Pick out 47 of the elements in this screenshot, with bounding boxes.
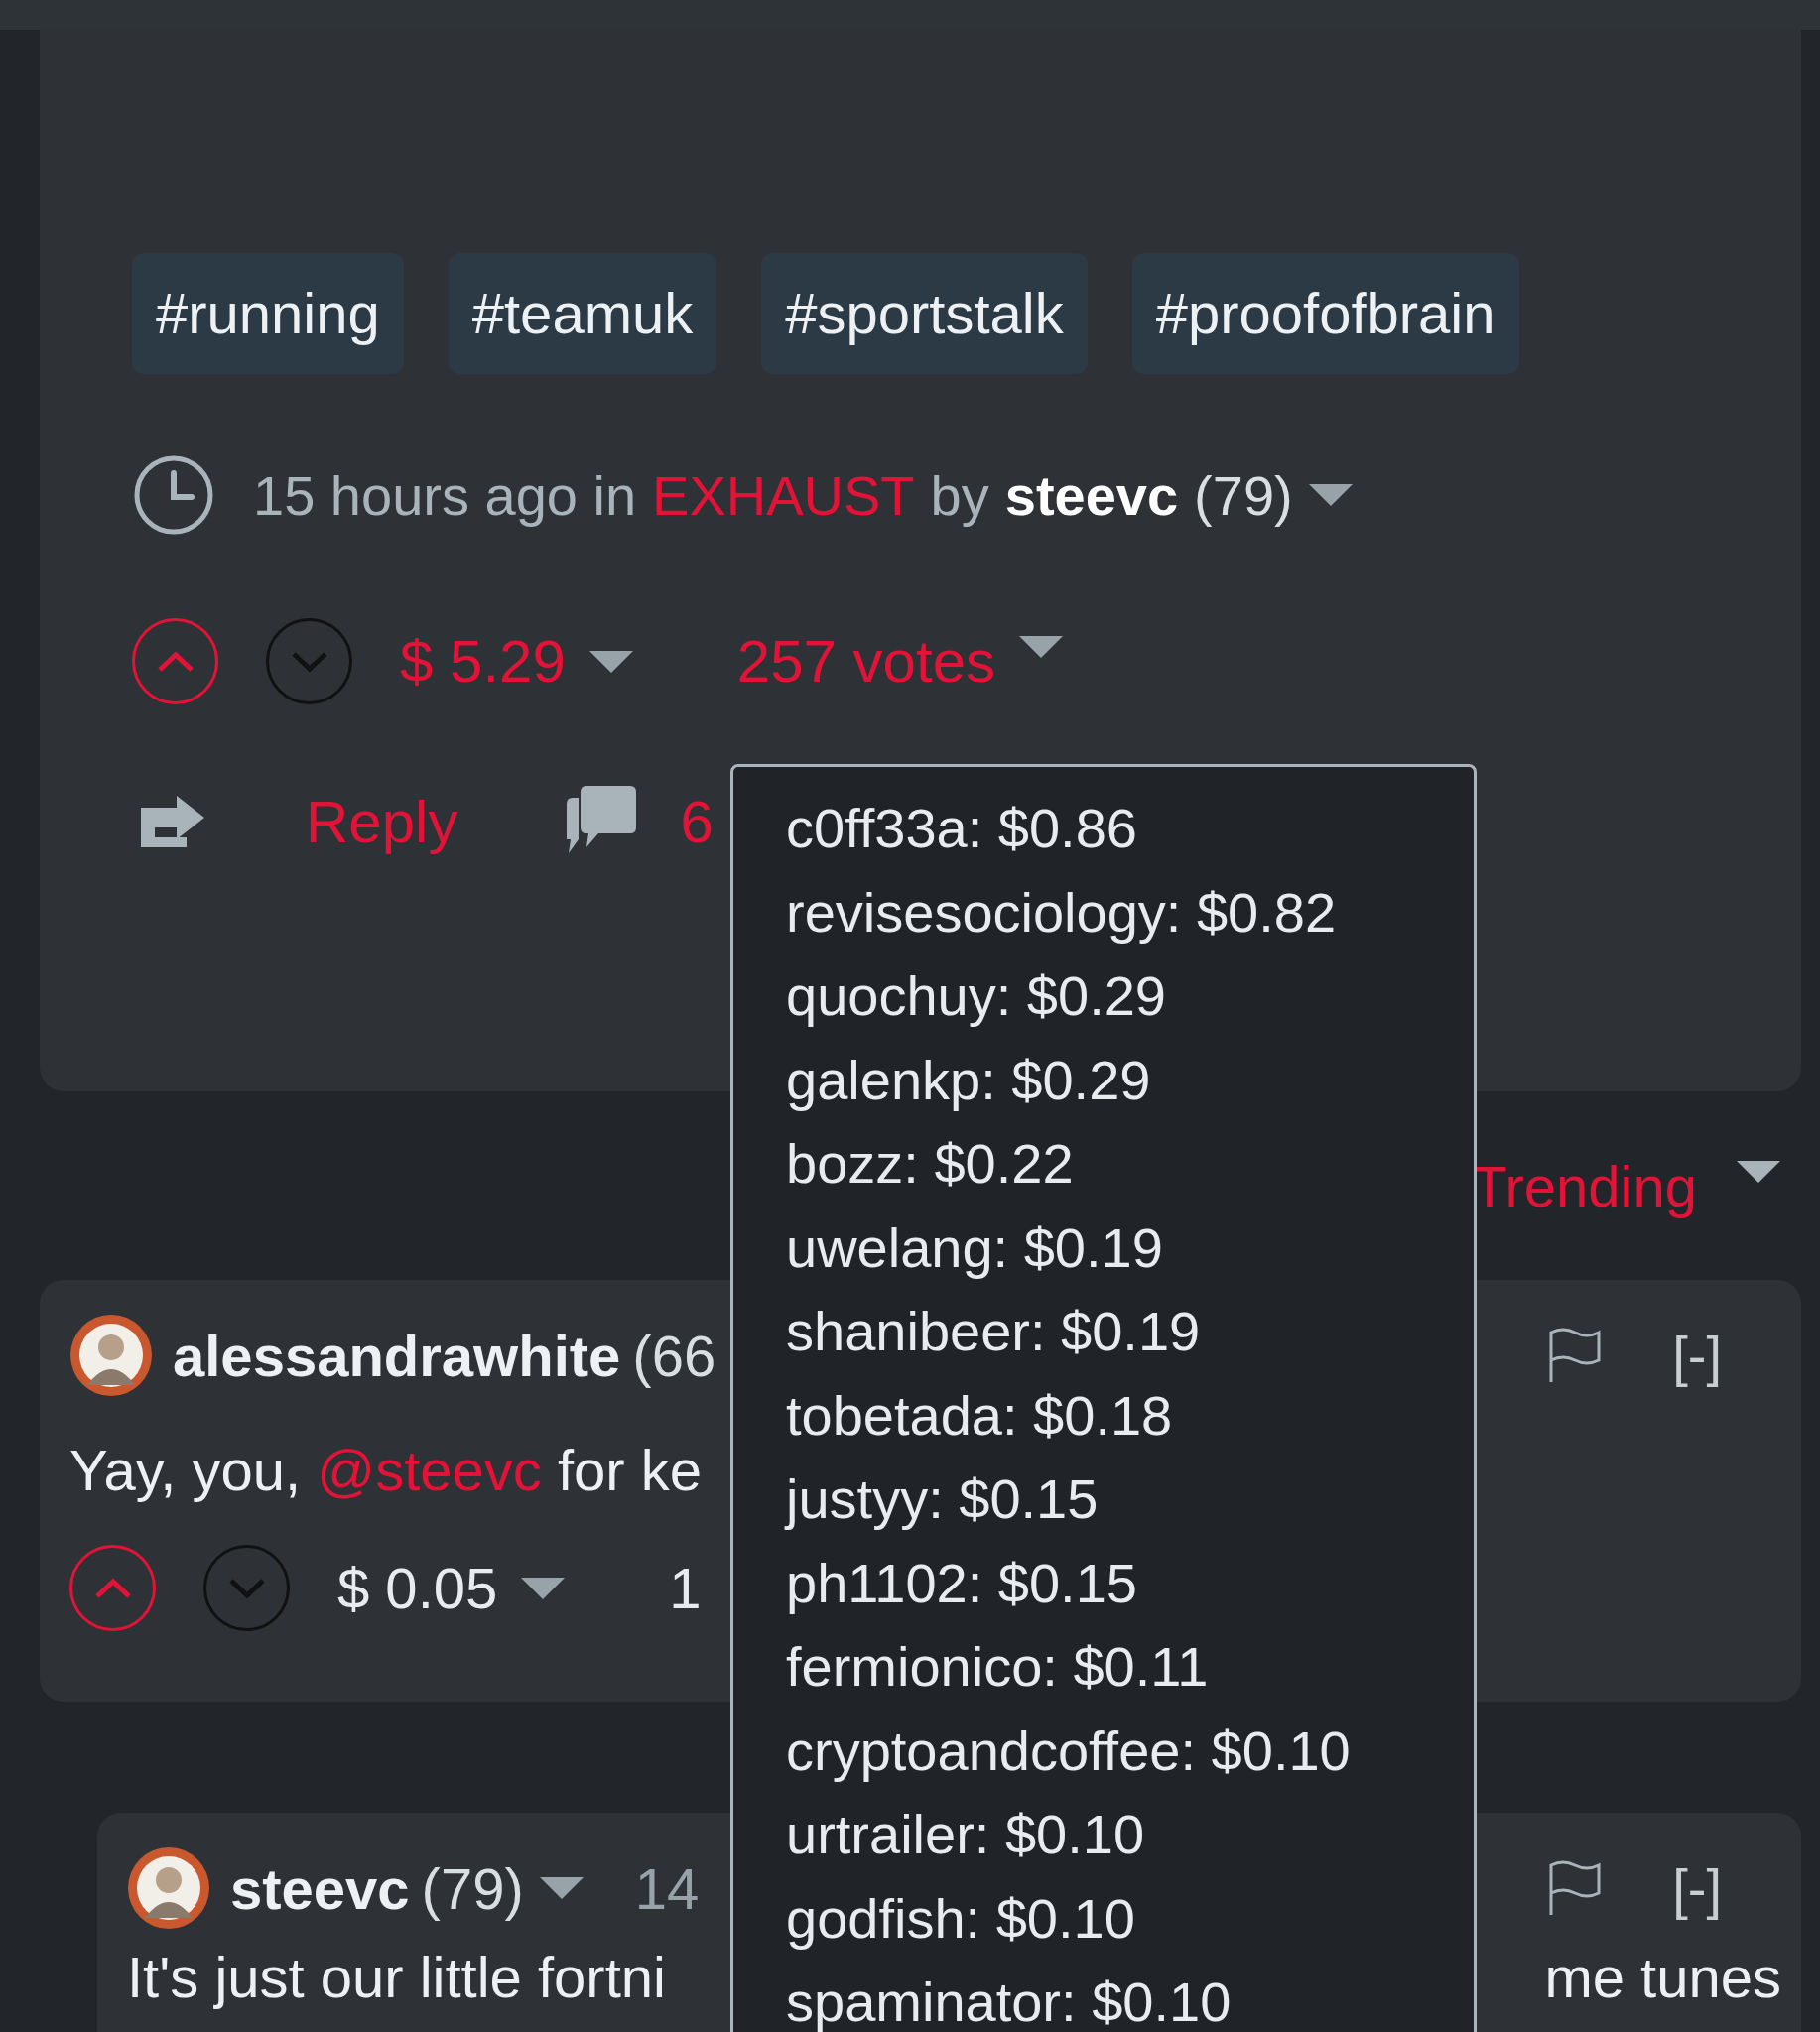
- upvote-button[interactable]: [132, 618, 218, 704]
- by-label: by: [930, 462, 989, 528]
- voter-entry: c0ff33a: $0.86: [786, 796, 1138, 861]
- collapse-link[interactable]: [-]: [1672, 1323, 1722, 1388]
- voter-entry: bozz: $0.22: [786, 1131, 1075, 1197]
- voter-entry: uwelang: $0.19: [786, 1214, 1164, 1281]
- voter-entry: tobetada: $0.18: [786, 1382, 1174, 1449]
- flag-icon[interactable]: [1547, 1327, 1604, 1384]
- tag-link[interactable]: #running: [132, 253, 404, 374]
- voter-entry: revisesociology: $0.82: [786, 879, 1338, 946]
- caret-icon[interactable]: [1308, 484, 1353, 506]
- clock-icon: [132, 453, 215, 537]
- tag-link[interactable]: #sportstalk: [761, 253, 1088, 374]
- tag-link[interactable]: #teamuk: [448, 253, 717, 374]
- post-time: 15 hours ago in: [253, 462, 637, 528]
- comment-text: me tunes: [1544, 1948, 1781, 2008]
- voter-entry: fermionico: $0.11: [786, 1634, 1210, 1700]
- caret-icon[interactable]: [1019, 635, 1063, 658]
- voter-entry: galenkp: $0.29: [786, 1047, 1152, 1113]
- voter-entry: godfish: $0.10: [786, 1885, 1136, 1952]
- caret-icon[interactable]: [521, 1577, 566, 1599]
- voter-entry: quochuy: $0.29: [786, 963, 1167, 1029]
- voter-entry: ph1102: $0.15: [786, 1550, 1138, 1616]
- voter-entry: justyy: $0.15: [786, 1466, 1100, 1532]
- payout-amount[interactable]: $ 0.05: [337, 1555, 498, 1621]
- tag-link[interactable]: #proofofbrain: [1131, 253, 1519, 374]
- comment-text: Yay, you, @steevc for ke: [69, 1437, 702, 1503]
- reputation: (79): [421, 1854, 524, 1922]
- comment-text: It's just our little fortni: [127, 1948, 666, 2008]
- author-link[interactable]: steevc: [230, 1854, 410, 1922]
- comment-time: 14: [634, 1854, 700, 1922]
- collapse-link[interactable]: [-]: [1672, 1855, 1722, 1921]
- flag-icon[interactable]: [1547, 1859, 1604, 1917]
- author-link[interactable]: alessandrawhite: [173, 1322, 621, 1389]
- avatar[interactable]: [127, 1846, 210, 1930]
- caret-icon[interactable]: [539, 1877, 584, 1899]
- avatar[interactable]: [69, 1314, 153, 1397]
- author-link[interactable]: steevc: [1004, 462, 1179, 528]
- caret-icon[interactable]: [1737, 1161, 1780, 1183]
- voter-entry: urtrailer: $0.10: [786, 1802, 1146, 1867]
- upvote-button[interactable]: [69, 1545, 156, 1631]
- voter-entry: cryptoandcoffee: $0.10: [786, 1717, 1352, 1784]
- reputation: (79): [1194, 462, 1293, 528]
- caret-icon[interactable]: [588, 650, 633, 673]
- reputation: (66: [632, 1322, 716, 1389]
- voter-entry: shanibeer: $0.19: [786, 1299, 1202, 1364]
- votes-count[interactable]: 1: [669, 1555, 702, 1621]
